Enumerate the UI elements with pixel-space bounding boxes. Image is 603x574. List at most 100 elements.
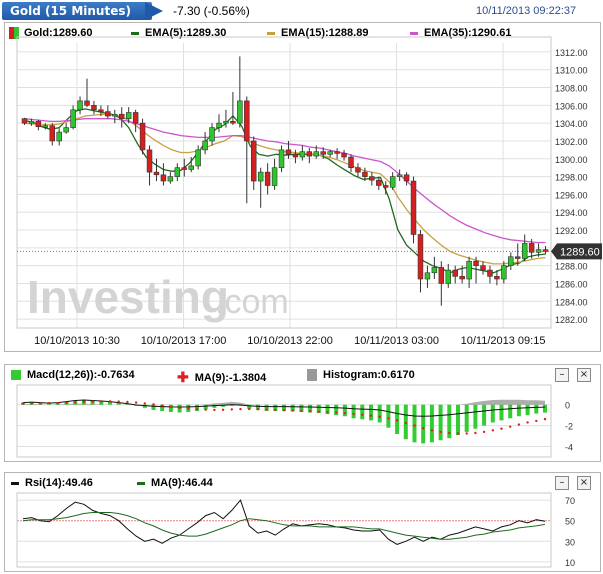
y-tick-label: 1284.00 bbox=[555, 297, 588, 307]
candle-body bbox=[139, 122, 146, 151]
signal-dot bbox=[448, 431, 451, 435]
candle-body bbox=[112, 113, 118, 117]
candle-body bbox=[355, 167, 361, 173]
candle-body bbox=[299, 151, 306, 158]
x-tick-label: 10/10/2013 22:00 bbox=[247, 335, 333, 347]
candle-body bbox=[28, 121, 35, 124]
signal-dot bbox=[178, 406, 181, 410]
signal-dot bbox=[126, 400, 129, 404]
timestamp: 10/11/2013 09:22:37 bbox=[476, 5, 577, 17]
candle-body bbox=[383, 185, 389, 188]
y-tick-label: -2 bbox=[565, 422, 573, 432]
chart-header: Gold (15 Minutes) -7.30 (-0.56%) 10/11/2… bbox=[0, 0, 603, 22]
signal-dot bbox=[543, 417, 547, 421]
y-tick-label: 10 bbox=[565, 558, 575, 568]
candle-body bbox=[452, 269, 458, 277]
signal-dot bbox=[56, 401, 59, 405]
macd-bar bbox=[482, 404, 487, 426]
signal-dot bbox=[143, 402, 146, 405]
signal-dot bbox=[134, 401, 138, 404]
candle-body bbox=[431, 267, 438, 274]
signal-dot bbox=[308, 409, 312, 413]
signal-dot bbox=[387, 417, 390, 420]
candle-body bbox=[376, 179, 382, 186]
candle-body bbox=[487, 269, 493, 277]
signal-dot bbox=[491, 429, 494, 432]
signal-dot bbox=[352, 412, 355, 416]
signal-dot bbox=[430, 429, 434, 432]
candle-body bbox=[403, 174, 410, 182]
watermark-brand: Investing bbox=[27, 271, 229, 323]
candle-body bbox=[466, 260, 472, 280]
signal-dot bbox=[30, 402, 33, 405]
candle-body bbox=[535, 249, 542, 253]
y-tick-label: 1306.00 bbox=[555, 101, 588, 111]
price-chart[interactable]: 1312.00 1310.00 1308.00 1306.00 1304.00 1302.… bbox=[5, 23, 602, 353]
signal-dot bbox=[204, 408, 207, 411]
y-tick-label: 1292.00 bbox=[555, 226, 588, 236]
rsi-chart[interactable]: 70 50 30 10 bbox=[5, 473, 602, 573]
signal-dot bbox=[482, 430, 486, 434]
y-tick-label: 1312.00 bbox=[555, 48, 588, 58]
signal-dot bbox=[265, 408, 268, 411]
macd-bar bbox=[499, 404, 504, 421]
macd-bar bbox=[508, 404, 513, 419]
signal-dot bbox=[509, 425, 512, 428]
y-tick-label: 30 bbox=[565, 537, 575, 547]
instrument-title[interactable]: Gold (15 Minutes) bbox=[2, 2, 152, 20]
signal-dot bbox=[456, 432, 460, 435]
macd-bar bbox=[534, 404, 539, 414]
candle-body bbox=[216, 122, 222, 128]
y-tick-label: 1308.00 bbox=[555, 84, 588, 94]
macd-bar bbox=[516, 404, 521, 417]
signal-dot bbox=[187, 407, 190, 410]
y-tick-label: 0 bbox=[565, 401, 570, 411]
candle-body bbox=[181, 167, 187, 170]
macd-bar bbox=[473, 404, 478, 429]
signal-dot bbox=[404, 421, 407, 425]
x-tick-label: 10/10/2013 10:30 bbox=[34, 335, 120, 347]
watermark-suffix: .com bbox=[215, 283, 289, 321]
macd-bar bbox=[438, 404, 443, 441]
candle-body bbox=[501, 265, 507, 280]
candle-body bbox=[424, 272, 431, 280]
y-tick-label: 1304.00 bbox=[555, 119, 588, 129]
candle-body bbox=[473, 260, 479, 266]
signal-dot bbox=[91, 400, 94, 403]
candle-body bbox=[70, 109, 76, 128]
signal-dot bbox=[282, 409, 286, 412]
macd-bar bbox=[490, 404, 495, 423]
signal-dot bbox=[422, 427, 425, 430]
rsi-ma-line bbox=[22, 512, 546, 540]
signal-dot bbox=[230, 408, 233, 411]
candle-body bbox=[56, 131, 62, 142]
candle-body bbox=[146, 149, 153, 173]
candle-body bbox=[264, 171, 271, 186]
candle-body bbox=[348, 156, 354, 168]
signal-dot bbox=[39, 402, 42, 405]
signal-dot bbox=[256, 408, 260, 411]
signal-dot bbox=[343, 411, 347, 415]
macd-bar bbox=[525, 404, 530, 416]
candle-body bbox=[167, 176, 174, 182]
candle-body bbox=[153, 171, 160, 176]
macd-bar bbox=[421, 404, 426, 444]
candle-body bbox=[160, 174, 167, 182]
signal-dot bbox=[161, 404, 164, 407]
y-tick-label: 1282.00 bbox=[555, 315, 588, 325]
signal-dot bbox=[74, 401, 77, 404]
plot-frame bbox=[16, 492, 552, 568]
candle-body bbox=[306, 151, 313, 157]
candle-body bbox=[313, 151, 319, 157]
signal-dot bbox=[526, 421, 529, 424]
signal-dot bbox=[317, 410, 320, 413]
signal-dot bbox=[239, 407, 242, 411]
candle-body bbox=[91, 105, 97, 111]
price-panel: Gold:1289.60 EMA(5):1289.30 EMA(15):1288… bbox=[4, 22, 602, 353]
y-tick-label: 1302.00 bbox=[555, 137, 588, 147]
macd-chart[interactable]: 0 -2 -4 bbox=[5, 365, 602, 463]
y-tick-label: 1288.00 bbox=[555, 262, 588, 272]
signal-dot bbox=[500, 427, 503, 430]
macd-bar bbox=[412, 404, 417, 443]
signal-dot bbox=[474, 431, 477, 435]
